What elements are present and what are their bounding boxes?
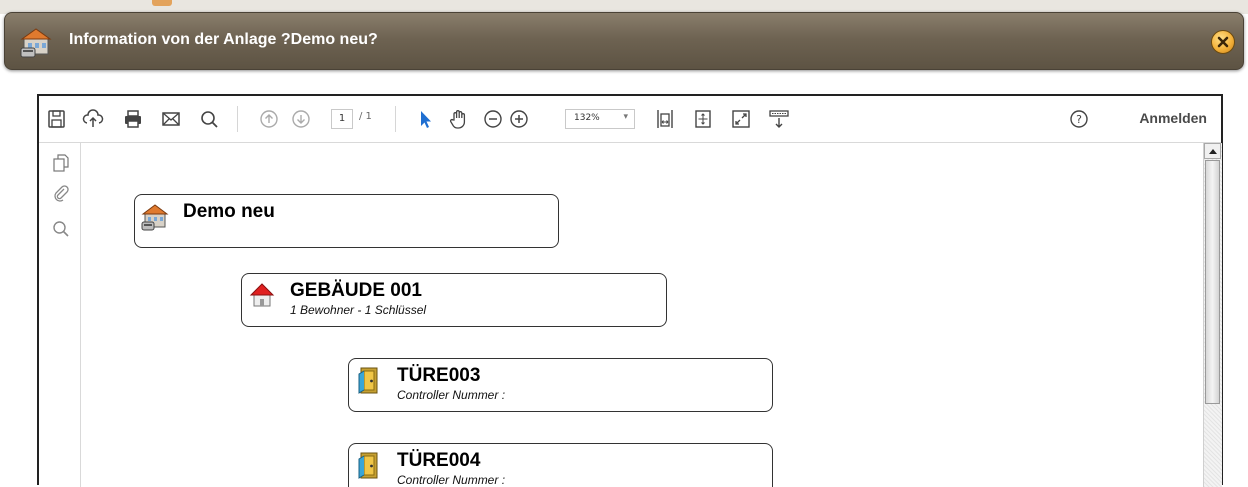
page-total: / 1 xyxy=(359,111,372,122)
zoom-value: 132% xyxy=(574,113,600,123)
scroll-up-button[interactable] xyxy=(1204,143,1221,159)
dialog-titlebar: Information von der Anlage ?Demo neu? xyxy=(4,12,1244,70)
fit-width-icon[interactable] xyxy=(653,107,677,131)
page-up-icon[interactable] xyxy=(257,107,281,131)
hand-tool-icon[interactable] xyxy=(447,107,471,131)
node-title: Demo neu xyxy=(183,201,275,222)
page-down-icon[interactable] xyxy=(289,107,313,131)
facility-icon xyxy=(19,24,55,58)
attachments-icon[interactable] xyxy=(51,183,71,203)
help-icon[interactable]: ? xyxy=(1067,107,1091,131)
door-icon xyxy=(355,450,383,480)
zoom-in-icon[interactable] xyxy=(507,107,531,131)
upload-icon[interactable] xyxy=(81,107,105,131)
document-page: Demo neu GEBÄUDE 001 1 Bewohner - 1 Schl… xyxy=(81,143,1205,487)
viewer-toolbar: 1 / 1 132% ▾ ? Anmelden xyxy=(39,96,1221,143)
node-subtitle: 1 Bewohner - 1 Schlüssel xyxy=(290,303,427,317)
door-icon xyxy=(355,365,383,395)
vertical-scrollbar[interactable] xyxy=(1203,143,1222,487)
dialog-title: Information von der Anlage ?Demo neu? xyxy=(69,31,378,48)
print-icon[interactable] xyxy=(121,107,145,131)
signin-link[interactable]: Anmelden xyxy=(1139,110,1207,126)
tree-node-building[interactable]: GEBÄUDE 001 1 Bewohner - 1 Schlüssel xyxy=(241,273,667,327)
facility-icon xyxy=(141,201,169,231)
tree-node-door[interactable]: TÜRE004 Controller Nummer : xyxy=(348,443,773,487)
node-title: TÜRE004 xyxy=(397,450,481,471)
search-icon[interactable] xyxy=(197,107,221,131)
fit-page-icon[interactable] xyxy=(691,107,715,131)
node-title: GEBÄUDE 001 xyxy=(290,280,422,301)
building-icon xyxy=(248,280,276,310)
background-icon xyxy=(152,0,172,6)
tree-node-door[interactable]: TÜRE003 Controller Nummer : xyxy=(348,358,773,412)
chevron-down-icon: ▾ xyxy=(623,112,628,122)
close-button[interactable] xyxy=(1211,30,1235,54)
tree-node-facility[interactable]: Demo neu xyxy=(134,194,559,248)
fullscreen-icon[interactable] xyxy=(729,107,753,131)
pdf-viewer: 1 / 1 132% ▾ ? Anmelden Demo neu GEBÄUDE… xyxy=(37,94,1223,487)
email-icon[interactable] xyxy=(159,107,183,131)
pages-icon[interactable] xyxy=(51,153,71,173)
node-subtitle: Controller Nummer : xyxy=(397,388,506,402)
page-number-input[interactable]: 1 xyxy=(331,109,353,129)
toolbar-divider xyxy=(237,106,238,132)
close-icon xyxy=(1217,36,1229,48)
read-mode-icon[interactable] xyxy=(767,107,791,131)
node-title: TÜRE003 xyxy=(397,365,481,386)
viewer-left-rail xyxy=(39,143,81,487)
scroll-thumb[interactable] xyxy=(1205,160,1220,404)
toolbar-divider xyxy=(395,106,396,132)
select-tool-icon[interactable] xyxy=(413,107,437,131)
zoom-out-icon[interactable] xyxy=(481,107,505,131)
save-icon[interactable] xyxy=(45,107,69,131)
zoom-select[interactable]: 132% ▾ xyxy=(565,109,635,129)
svg-text:?: ? xyxy=(1076,113,1082,126)
search-icon[interactable] xyxy=(51,219,71,239)
